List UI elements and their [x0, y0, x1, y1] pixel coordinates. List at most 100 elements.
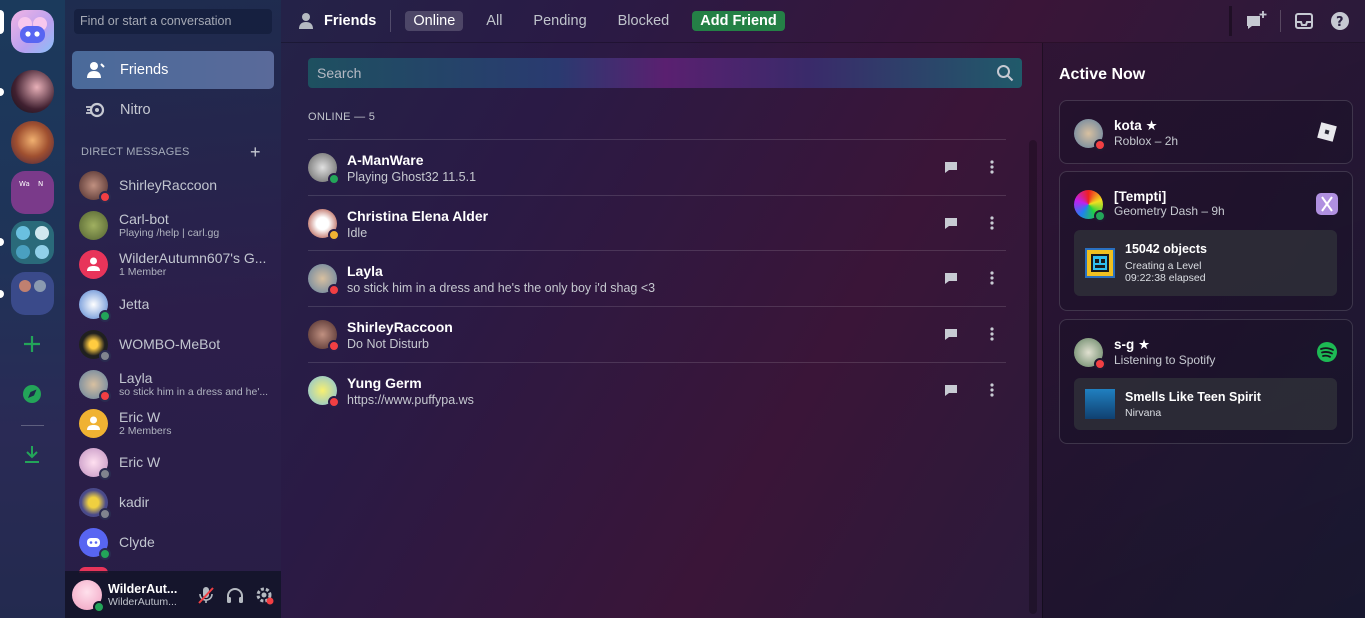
dm-item[interactable]: kadir — [72, 483, 274, 521]
avatar — [1074, 338, 1106, 370]
home-button[interactable] — [11, 10, 54, 53]
activity-card[interactable]: [Tempti] Geometry Dash – 9h 15042 objects… — [1059, 171, 1353, 311]
folder-icons — [19, 280, 46, 292]
dm-name: Eric W — [119, 409, 161, 425]
nav-friends[interactable]: Friends — [72, 51, 274, 89]
dm-item[interactable]: Eric W — [72, 443, 274, 481]
selected-pill — [0, 10, 4, 34]
activity-elapsed: 09:22:38 elapsed — [1125, 272, 1206, 284]
dm-name: ShirleyRaccoon — [119, 177, 218, 193]
status-offline-indicator — [99, 467, 111, 480]
more-options-icon[interactable] — [982, 380, 1002, 400]
search-placeholder: Search — [317, 65, 362, 81]
dm-name: WilderAutumn607's G... — [119, 250, 267, 266]
message-icon[interactable] — [941, 380, 961, 400]
status-dnd-indicator — [328, 396, 340, 408]
activity-details: Smells Like Teen Spirit Nirvana — [1074, 378, 1337, 430]
dm-name: Jetta — [119, 296, 150, 312]
avatar — [1074, 119, 1106, 151]
message-icon[interactable] — [941, 268, 961, 288]
status-online-indicator — [99, 309, 111, 322]
dm-item[interactable]: Carl-bot Playing /help | carl.gg — [72, 206, 274, 244]
user-avatar[interactable] — [72, 579, 105, 613]
server-folder[interactable] — [11, 221, 54, 264]
group-dm-avatar — [79, 249, 108, 279]
group-dm-avatar — [79, 408, 108, 438]
dm-sidebar: Find or start a conversation Friends Nit… — [65, 0, 281, 618]
top-bar: Friends Online All Pending Blocked Add F… — [281, 0, 1365, 43]
unread-pill — [0, 290, 4, 298]
add-friend-button[interactable]: Add Friend — [692, 11, 785, 31]
activity-user: s-g ★ — [1114, 337, 1151, 352]
activity-card[interactable]: s-g ★ Listening to Spotify Smells Like Te… — [1059, 319, 1353, 444]
server-folder[interactable] — [11, 272, 54, 315]
friends-scrollbar[interactable] — [1029, 140, 1037, 614]
dm-item[interactable]: Jetta — [72, 285, 274, 323]
avatar — [79, 210, 108, 240]
more-options-icon[interactable] — [982, 157, 1002, 177]
friends-wave-icon — [84, 59, 106, 81]
server-icon[interactable] — [11, 70, 54, 113]
status-offline-indicator — [99, 349, 111, 362]
avatar — [79, 170, 111, 203]
find-conversation-button[interactable]: Find or start a conversation — [74, 9, 272, 34]
inbox-icon[interactable] — [1293, 10, 1315, 32]
message-icon[interactable] — [941, 324, 961, 344]
friend-row[interactable]: Layla so stick him in a dress and he's th… — [308, 250, 1006, 306]
avatar — [79, 447, 111, 480]
tab-pending[interactable]: Pending — [525, 11, 594, 31]
create-dm-plus-icon[interactable]: + — [250, 142, 261, 163]
dm-item[interactable]: WOMBO-MeBot — [72, 325, 274, 363]
folder-icons: Wa N — [19, 180, 43, 188]
friends-search-input[interactable]: Search — [308, 58, 1022, 88]
more-options-icon[interactable] — [982, 324, 1002, 344]
friend-name: A-ManWare — [347, 151, 424, 168]
status-dnd-indicator — [328, 340, 340, 352]
add-server-icon[interactable] — [20, 332, 44, 356]
dm-item[interactable]: Layla so stick him in a dress and he'... — [72, 365, 274, 403]
avatar — [308, 153, 340, 185]
friend-row[interactable]: ShirleyRaccoon Do Not Disturb — [308, 306, 1006, 362]
friend-row[interactable]: Yung Germ https://www.puffypa.ws — [308, 362, 1006, 418]
separator — [21, 425, 44, 426]
track-artist: Nirvana — [1125, 406, 1162, 419]
tab-all[interactable]: All — [478, 11, 510, 31]
tab-online[interactable]: Online — [405, 11, 464, 31]
tab-blocked[interactable]: Blocked — [610, 11, 678, 31]
explore-compass-icon[interactable] — [21, 383, 43, 405]
activity-title: 15042 objects — [1125, 242, 1207, 256]
dm-item[interactable]: Clyde — [72, 523, 274, 561]
server-icon[interactable] — [11, 121, 54, 164]
group-icon — [87, 257, 100, 271]
headphones-icon[interactable] — [224, 584, 246, 606]
message-icon[interactable] — [941, 213, 961, 233]
status-dnd-indicator — [1094, 358, 1106, 370]
friend-row[interactable]: A-ManWare Playing Ghost32 11.5.1 — [308, 139, 1006, 195]
mute-mic-icon[interactable] — [195, 584, 217, 606]
activity-card[interactable]: kota ★ Roblox – 2h — [1059, 100, 1353, 164]
more-options-icon[interactable] — [982, 268, 1002, 288]
more-options-icon[interactable] — [982, 213, 1002, 233]
dm-name: Eric W — [119, 454, 161, 470]
friend-status: https://www.puffypa.ws — [347, 392, 474, 407]
album-art-icon — [1085, 389, 1115, 419]
dm-item[interactable]: Eric W2 Members — [72, 404, 274, 442]
settings-gear-icon[interactable] — [253, 584, 275, 606]
download-icon[interactable] — [21, 443, 43, 465]
folder-icons — [16, 226, 49, 259]
nav-nitro[interactable]: Nitro — [72, 91, 274, 129]
new-group-dm-icon[interactable] — [1244, 9, 1268, 33]
status-dnd-indicator — [328, 284, 340, 296]
friend-row[interactable]: Christina Elena Alder Idle — [308, 195, 1006, 251]
server-folder[interactable]: Wa N — [11, 171, 54, 214]
nitro-icon — [84, 99, 106, 121]
dm-item[interactable]: WilderAutumn607's G... 1 Member — [72, 245, 274, 283]
dm-sub: 1 Member — [119, 266, 167, 278]
message-icon[interactable] — [941, 157, 961, 177]
unread-pill — [0, 238, 4, 246]
activity-user: [Tempti] — [1114, 189, 1167, 204]
help-icon[interactable]: ? — [1329, 10, 1351, 32]
svg-text:Wa: Wa — [19, 180, 30, 188]
dm-item[interactable]: ShirleyRaccoon — [72, 166, 274, 204]
activity-sub: Listening to Spotify — [1114, 353, 1216, 367]
